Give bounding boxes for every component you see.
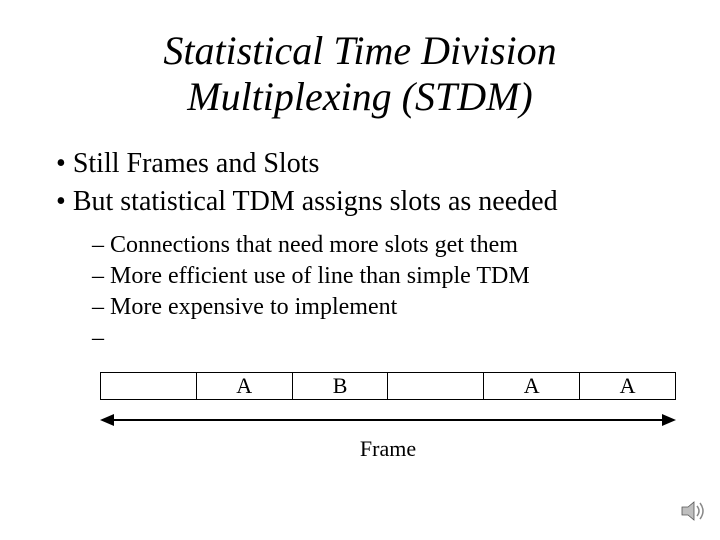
frame-slot [100,372,197,400]
frame-slot: B [293,372,389,400]
title-line-1: Statistical Time Division [163,28,556,73]
sub-bullet-item: More efficient use of line than simple T… [92,263,720,290]
frame-label: Frame [100,436,676,462]
sub-bullet-item: Connections that need more slots get the… [92,232,720,259]
frame-slot: A [197,372,293,400]
slide-title: Statistical Time Division Multiplexing (… [0,0,720,120]
frame-diagram: A B A A [100,372,676,400]
double-arrow-icon [100,410,676,430]
frame-slot [388,372,484,400]
frame-row: A B A A [100,372,676,400]
frame-slot: A [580,372,676,400]
sub-bullet-item: More expensive to implement [92,294,720,321]
speaker-icon [680,500,708,522]
bullet-list: Still Frames and Slots But statistical T… [56,148,720,218]
sub-bullet-item [92,325,720,352]
bullet-item: Still Frames and Slots [56,148,720,180]
frame-extent-arrow [100,410,676,430]
sub-bullet-list: Connections that need more slots get the… [92,232,720,352]
frame-slot: A [484,372,580,400]
title-line-2: Multiplexing (STDM) [187,74,533,119]
slide: Statistical Time Division Multiplexing (… [0,0,720,540]
bullet-item: But statistical TDM assigns slots as nee… [56,186,720,218]
